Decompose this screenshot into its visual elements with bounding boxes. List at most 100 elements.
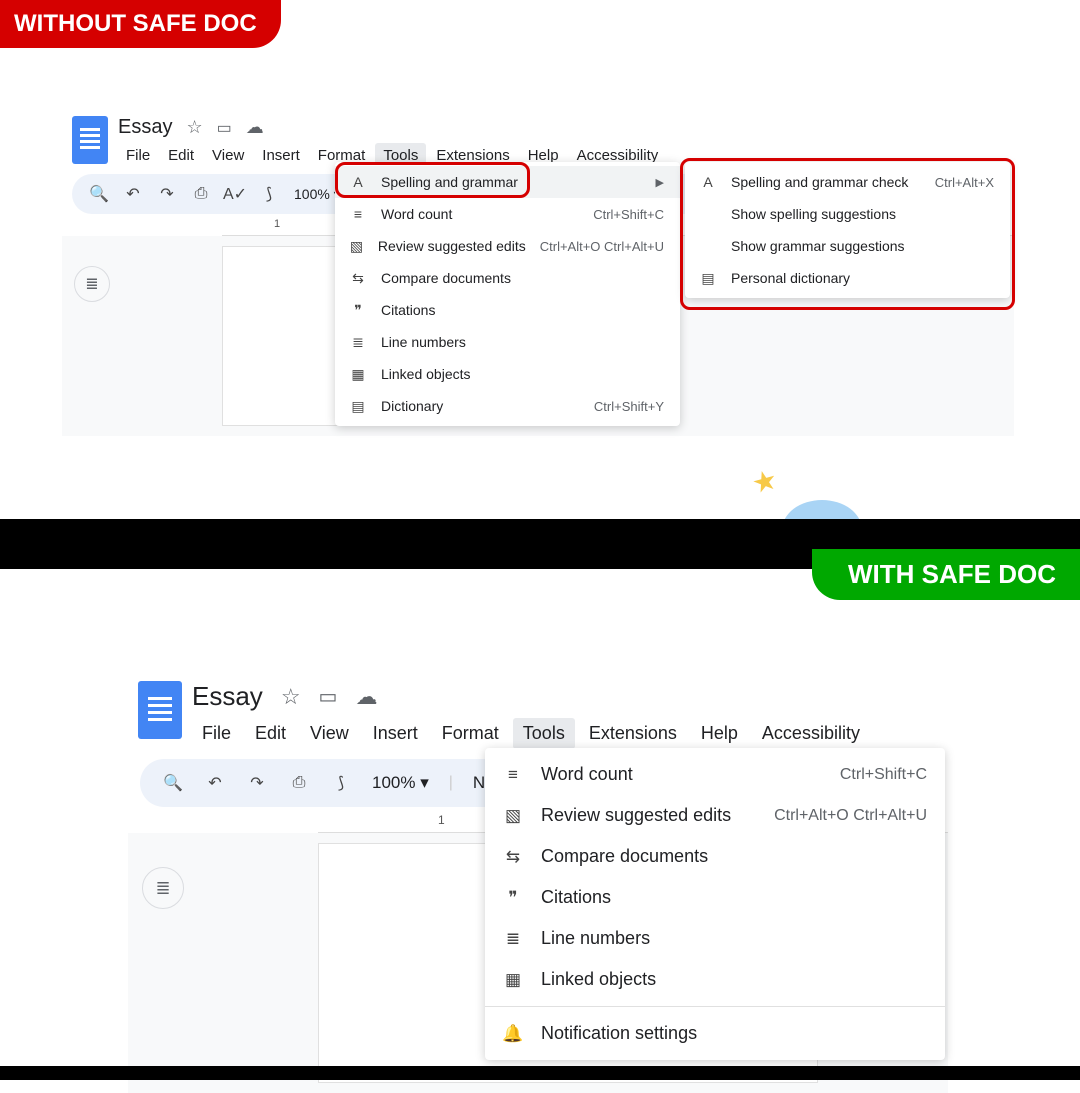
menu-item-spelling-and-grammar-check[interactable]: A Spelling and grammar check Ctrl+Alt+X bbox=[685, 166, 1010, 198]
cloud-status-icon[interactable]: ☁ bbox=[355, 684, 377, 710]
menu-edit[interactable]: Edit bbox=[245, 718, 296, 749]
menu-item-review-suggested-edits[interactable]: ▧ Review suggested edits Ctrl+Alt+O Ctrl+A… bbox=[335, 230, 680, 262]
menu-item-label: Show grammar suggestions bbox=[731, 238, 994, 254]
menu-item-show-spelling-suggestions[interactable]: Show spelling suggestions bbox=[685, 198, 1010, 230]
menu-item-label: Citations bbox=[381, 302, 664, 318]
menu-file[interactable]: File bbox=[192, 718, 241, 749]
submenu-arrow-icon: ▶ bbox=[656, 176, 664, 189]
search-icon[interactable]: 🔍 bbox=[162, 772, 184, 794]
menu-bar: FileEditViewInsertFormatToolsExtensionsH… bbox=[192, 718, 870, 749]
menu-accessibility[interactable]: Accessibility bbox=[752, 718, 870, 749]
compare-icon: ⇆ bbox=[349, 270, 367, 287]
menu-item-label: Show spelling suggestions bbox=[731, 206, 994, 222]
docs-logo-icon[interactable] bbox=[138, 681, 182, 739]
menu-item-personal-dictionary[interactable]: ▤ Personal dictionary bbox=[685, 262, 1010, 294]
linked-icon: ▦ bbox=[503, 970, 523, 990]
menu-shortcut: Ctrl+Alt+X bbox=[935, 175, 994, 190]
redo-icon[interactable]: ↷ bbox=[246, 772, 268, 794]
paint-format-icon[interactable]: ⟆ bbox=[330, 772, 352, 794]
menu-item-label: Citations bbox=[541, 887, 927, 908]
docs-logo-icon[interactable] bbox=[72, 116, 108, 164]
menu-item-line-numbers[interactable]: ≣Line numbers bbox=[485, 918, 945, 959]
undo-icon[interactable]: ↶ bbox=[204, 772, 226, 794]
menu-item-linked-objects[interactable]: ▦ Linked objects bbox=[485, 959, 945, 1000]
menu-view[interactable]: View bbox=[300, 718, 359, 749]
menu-item-label: Spelling and grammar bbox=[381, 174, 622, 190]
star-icon[interactable]: ☆ bbox=[186, 117, 202, 138]
menu-file[interactable]: File bbox=[118, 143, 158, 168]
undo-icon[interactable]: ↶ bbox=[124, 185, 142, 203]
menu-item-review-suggested-edits[interactable]: ▧Review suggested editsCtrl+Alt+O Ctrl+A… bbox=[485, 795, 945, 836]
menu-help[interactable]: Help bbox=[691, 718, 748, 749]
spellcheck-icon: A bbox=[349, 174, 367, 190]
menu-item-spelling-and-grammar[interactable]: A Spelling and grammar ▶ bbox=[335, 166, 680, 198]
lines-icon: ≣ bbox=[503, 929, 523, 949]
outline-toggle-icon[interactable]: ≣ bbox=[74, 266, 110, 302]
quote-icon: ❞ bbox=[349, 302, 367, 319]
menu-item-citations[interactable]: ❞ Citations bbox=[485, 877, 945, 918]
spellcheck-icon: A bbox=[699, 174, 717, 190]
print-icon[interactable]: ⎙ bbox=[288, 772, 310, 794]
move-folder-icon[interactable]: ▭ bbox=[319, 684, 338, 709]
zoom-level[interactable]: 100% ▾ bbox=[294, 186, 341, 203]
menu-item-label: Review suggested edits bbox=[378, 238, 526, 254]
menu-item-label: Word count bbox=[381, 206, 579, 222]
tools-dropdown: ≡ Word count Ctrl+Shift+C ▧Review suggested… bbox=[485, 748, 945, 1060]
search-icon[interactable]: 🔍 bbox=[90, 185, 108, 203]
menu-insert[interactable]: Insert bbox=[363, 718, 428, 749]
menu-item-label: Spelling and grammar check bbox=[731, 174, 921, 190]
star-icon[interactable]: ☆ bbox=[281, 684, 301, 710]
dict-icon: ▤ bbox=[349, 398, 367, 415]
menu-item-label: Notification settings bbox=[541, 1023, 927, 1044]
menu-view[interactable]: View bbox=[204, 143, 252, 168]
menu-item-label: Word count bbox=[541, 764, 822, 785]
document-title[interactable]: Essay bbox=[192, 681, 263, 712]
menu-item-compare-documents[interactable]: ⇆ Compare documents bbox=[335, 262, 680, 294]
menu-shortcut: Ctrl+Shift+C bbox=[840, 766, 927, 784]
outline-toggle-icon[interactable]: ≣ bbox=[142, 867, 184, 909]
menu-item-citations[interactable]: ❞ Citations bbox=[335, 294, 680, 326]
lines-icon: ≣ bbox=[349, 334, 367, 351]
bottom-bar bbox=[0, 1066, 1080, 1080]
menu-item-label: Compare documents bbox=[541, 846, 927, 867]
menu-format[interactable]: Format bbox=[432, 718, 509, 749]
menu-item-word-count[interactable]: ≡ Word count Ctrl+Shift+C bbox=[335, 198, 680, 230]
menu-item-label: Dictionary bbox=[381, 398, 580, 414]
menu-item-show-grammar-suggestions[interactable]: Show grammar suggestions bbox=[685, 230, 1010, 262]
bell-icon: 🔔 bbox=[503, 1024, 523, 1044]
dict-icon: ▤ bbox=[699, 270, 717, 287]
wordcount-icon: ≡ bbox=[349, 206, 367, 222]
menu-item-linked-objects[interactable]: ▦Linked objects bbox=[335, 358, 680, 390]
wordcount-icon: ≡ bbox=[503, 765, 523, 785]
menu-shortcut: Ctrl+Alt+O Ctrl+Alt+U bbox=[774, 807, 927, 825]
paint-format-icon[interactable]: ⟆ bbox=[260, 185, 278, 203]
menu-item-compare-documents[interactable]: ⇆Compare documents bbox=[485, 836, 945, 877]
document-title[interactable]: Essay bbox=[118, 116, 172, 139]
menu-tools[interactable]: Tools bbox=[513, 718, 575, 749]
quote-icon: ❞ bbox=[503, 888, 523, 908]
menu-insert[interactable]: Insert bbox=[254, 143, 308, 168]
redo-icon[interactable]: ↷ bbox=[158, 185, 176, 203]
spelling-submenu: A Spelling and grammar check Ctrl+Alt+X Sho… bbox=[685, 162, 1010, 298]
menu-item-label: Linked objects bbox=[381, 366, 664, 382]
review-icon: ▧ bbox=[349, 238, 364, 255]
menu-item-dictionary[interactable]: ▤DictionaryCtrl+Shift+Y bbox=[335, 390, 680, 422]
menu-item-notification-settings[interactable]: 🔔 Notification settings bbox=[485, 1013, 945, 1054]
menu-item-label: Personal dictionary bbox=[731, 270, 994, 286]
cloud-status-icon[interactable]: ☁ bbox=[246, 117, 264, 138]
menu-item-line-numbers[interactable]: ≣Line numbers bbox=[335, 326, 680, 358]
zoom-level[interactable]: 100% ▾ bbox=[372, 773, 429, 793]
menu-shortcut: Ctrl+Shift+C bbox=[593, 207, 664, 222]
menu-extensions[interactable]: Extensions bbox=[579, 718, 687, 749]
menu-shortcut: Ctrl+Alt+O Ctrl+Alt+U bbox=[540, 239, 664, 254]
badge-without-safedoc: WITHOUT SAFE DOC bbox=[0, 0, 281, 48]
badge-with-safedoc: WITH SAFE DOC bbox=[812, 549, 1080, 600]
move-folder-icon[interactable]: ▭ bbox=[217, 118, 232, 138]
menu-edit[interactable]: Edit bbox=[160, 143, 202, 168]
menu-item-word-count[interactable]: ≡ Word count Ctrl+Shift+C bbox=[485, 754, 945, 795]
menu-item-label: Compare documents bbox=[381, 270, 664, 286]
menu-item-label: Linked objects bbox=[541, 969, 927, 990]
review-icon: ▧ bbox=[503, 806, 523, 826]
print-icon[interactable]: ⎙ bbox=[192, 185, 210, 203]
spellcheck-toolbar-icon[interactable]: A✓ bbox=[226, 185, 244, 203]
